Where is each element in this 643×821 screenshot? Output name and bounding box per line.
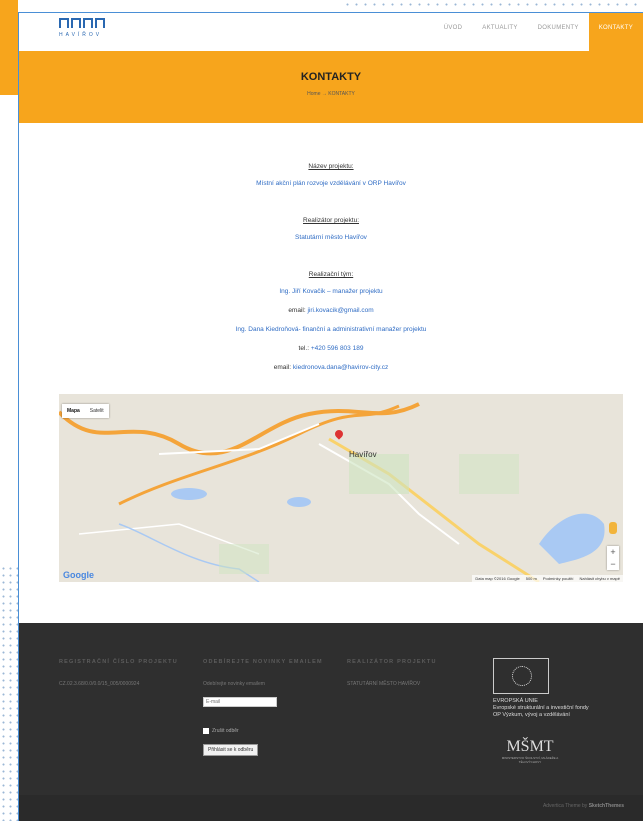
phone-link[interactable]: +420 596 803 189 xyxy=(311,345,364,352)
registration-number: CZ.02.3.68/0.0/0.0/15_005/0000924 xyxy=(59,681,140,687)
team-member-2: Ing. Dana Kiedroňová- finanční a adminis… xyxy=(235,326,427,333)
street-view-pegman-icon[interactable] xyxy=(609,522,617,534)
eu-line-1: EVROPSKÁ UNIE xyxy=(493,698,538,704)
eu-logo-text: EVROPSKÁ UNIE Evropské strukturální a in… xyxy=(493,698,589,719)
map-data-credit: Data map ©2016 Google xyxy=(475,576,520,581)
project-name-label: Název projektu: xyxy=(308,163,354,170)
member-1-email-link[interactable]: jiri.kovacik@gmail.com xyxy=(307,307,373,314)
site-header: HAVÍŘOV ÚVOD AKTUALITY DOKUMENTY KONTAKT… xyxy=(19,13,643,51)
embedded-map[interactable]: Mapa Satelit Havířov + − Google Data map… xyxy=(59,394,623,582)
logo-text: HAVÍŘOV xyxy=(59,32,103,38)
implementer-label: Realizátor projektu: xyxy=(303,217,359,224)
theme-credit-prefix: Advertica Theme by xyxy=(542,803,588,809)
site-logo[interactable]: HAVÍŘOV xyxy=(59,18,105,38)
map-report-link[interactable]: Nahlásit chybu v mapě xyxy=(580,576,620,581)
decorative-orange-strip xyxy=(0,0,18,95)
map-type-satellite[interactable]: Satelit xyxy=(85,404,109,418)
decorative-dots-top xyxy=(343,0,643,12)
team-label: Realizační tým: xyxy=(308,271,354,278)
team-member-1: Ing. Jiří Kovačik – manažer projektu xyxy=(279,288,383,295)
newsletter-text: Odebírejte novinky emailem xyxy=(203,681,265,687)
msmt-logo: MŠMT MINISTERSTVO ŠKOLSTVÍ, MLÁDEŽE A TĚ… xyxy=(495,738,565,764)
zoom-in-button[interactable]: + xyxy=(607,546,619,558)
newsletter-email-input[interactable] xyxy=(203,697,277,707)
contact-content: Název projektu: Místní akční plán rozvoj… xyxy=(19,123,643,371)
map-scale: 500 m xyxy=(525,576,537,581)
tel-prefix: tel.: xyxy=(298,345,310,352)
logo-mark xyxy=(59,18,105,28)
eu-flag-logo xyxy=(493,658,549,694)
msmt-mark: MŠMT xyxy=(506,738,554,755)
theme-author-link[interactable]: SketchThemes xyxy=(589,803,624,809)
zoom-control: + − xyxy=(607,546,619,570)
map-graphic xyxy=(59,394,623,582)
footer-heading: REALIZÁTOR PROJEKTU xyxy=(347,659,437,665)
eu-line-3: OP Výzkum, vývoj a vzdělávání xyxy=(493,712,570,718)
site-footer: REGISTRAČNÍ ČÍSLO PROJEKTU CZ.02.3.68/0.… xyxy=(19,623,643,795)
decorative-dots-left xyxy=(0,565,18,821)
implementer-footer-text: STATUTÁRNÍ MĚSTO HAVÍŘOV xyxy=(347,681,421,687)
nav-item-uvod[interactable]: ÚVOD xyxy=(434,13,473,51)
google-logo: Google xyxy=(63,570,94,580)
msmt-subtitle: MINISTERSTVO ŠKOLSTVÍ, MLÁDEŽE A TĚLOVÝC… xyxy=(501,756,559,764)
map-type-control: Mapa Satelit xyxy=(62,404,109,418)
map-city-label: Havířov xyxy=(349,450,377,459)
unsubscribe-label: Zrušit odběr xyxy=(212,728,239,734)
project-name: Místní akční plán rozvoje vzdělávání v O… xyxy=(256,180,406,187)
nav-item-kontakty[interactable]: KONTAKTY xyxy=(588,13,643,51)
footer-heading: ODEBÍREJTE NOVINKY EMAILEM xyxy=(203,659,323,665)
footer-col-registration: REGISTRAČNÍ ČÍSLO PROJEKTU CZ.02.3.68/0.… xyxy=(59,659,178,687)
page-title: KONTAKTY xyxy=(300,71,362,83)
member-2-email-link[interactable]: kiedronova.dana@havirov-city.cz xyxy=(293,364,388,371)
nav-item-aktuality[interactable]: AKTUALITY xyxy=(472,13,527,51)
footer-heading: REGISTRAČNÍ ČÍSLO PROJEKTU xyxy=(59,659,178,665)
email-prefix: email: xyxy=(273,364,292,371)
implementer-name: Statutární město Havířov xyxy=(295,234,367,241)
eu-line-2: Evropské strukturální a investiční fondy xyxy=(493,705,589,711)
map-attribution: Data map ©2016 Google 500 m Podmínky pou… xyxy=(472,575,623,582)
bottom-bar: Advertica Theme by SketchThemes xyxy=(19,795,643,821)
map-terms-link[interactable]: Podmínky použití xyxy=(543,576,574,581)
zoom-out-button[interactable]: − xyxy=(607,558,619,570)
nav-item-dokumenty[interactable]: DOKUMENTY xyxy=(528,13,589,51)
unsubscribe-option[interactable]: Zrušit odběr xyxy=(203,728,323,734)
title-band: KONTAKTY Home → KONTAKTY xyxy=(19,51,643,123)
breadcrumb[interactable]: Home → KONTAKTY xyxy=(19,91,643,97)
footer-col-newsletter: ODEBÍREJTE NOVINKY EMAILEM Odebírejte no… xyxy=(203,659,323,756)
main-nav: ÚVOD AKTUALITY DOKUMENTY KONTAKTY xyxy=(434,13,643,51)
subscribe-button[interactable]: Přihlásit se k odběru xyxy=(203,744,259,756)
map-type-map[interactable]: Mapa xyxy=(62,404,85,418)
eu-stars-icon xyxy=(512,666,532,686)
theme-credit: Advertica Theme by SketchThemes xyxy=(543,803,624,809)
page-container: HAVÍŘOV ÚVOD AKTUALITY DOKUMENTY KONTAKT… xyxy=(18,12,643,821)
unsubscribe-checkbox[interactable] xyxy=(203,728,209,734)
footer-col-implementer: REALIZÁTOR PROJEKTU STATUTÁRNÍ MĚSTO HAV… xyxy=(347,659,437,687)
email-prefix: email: xyxy=(288,307,306,314)
